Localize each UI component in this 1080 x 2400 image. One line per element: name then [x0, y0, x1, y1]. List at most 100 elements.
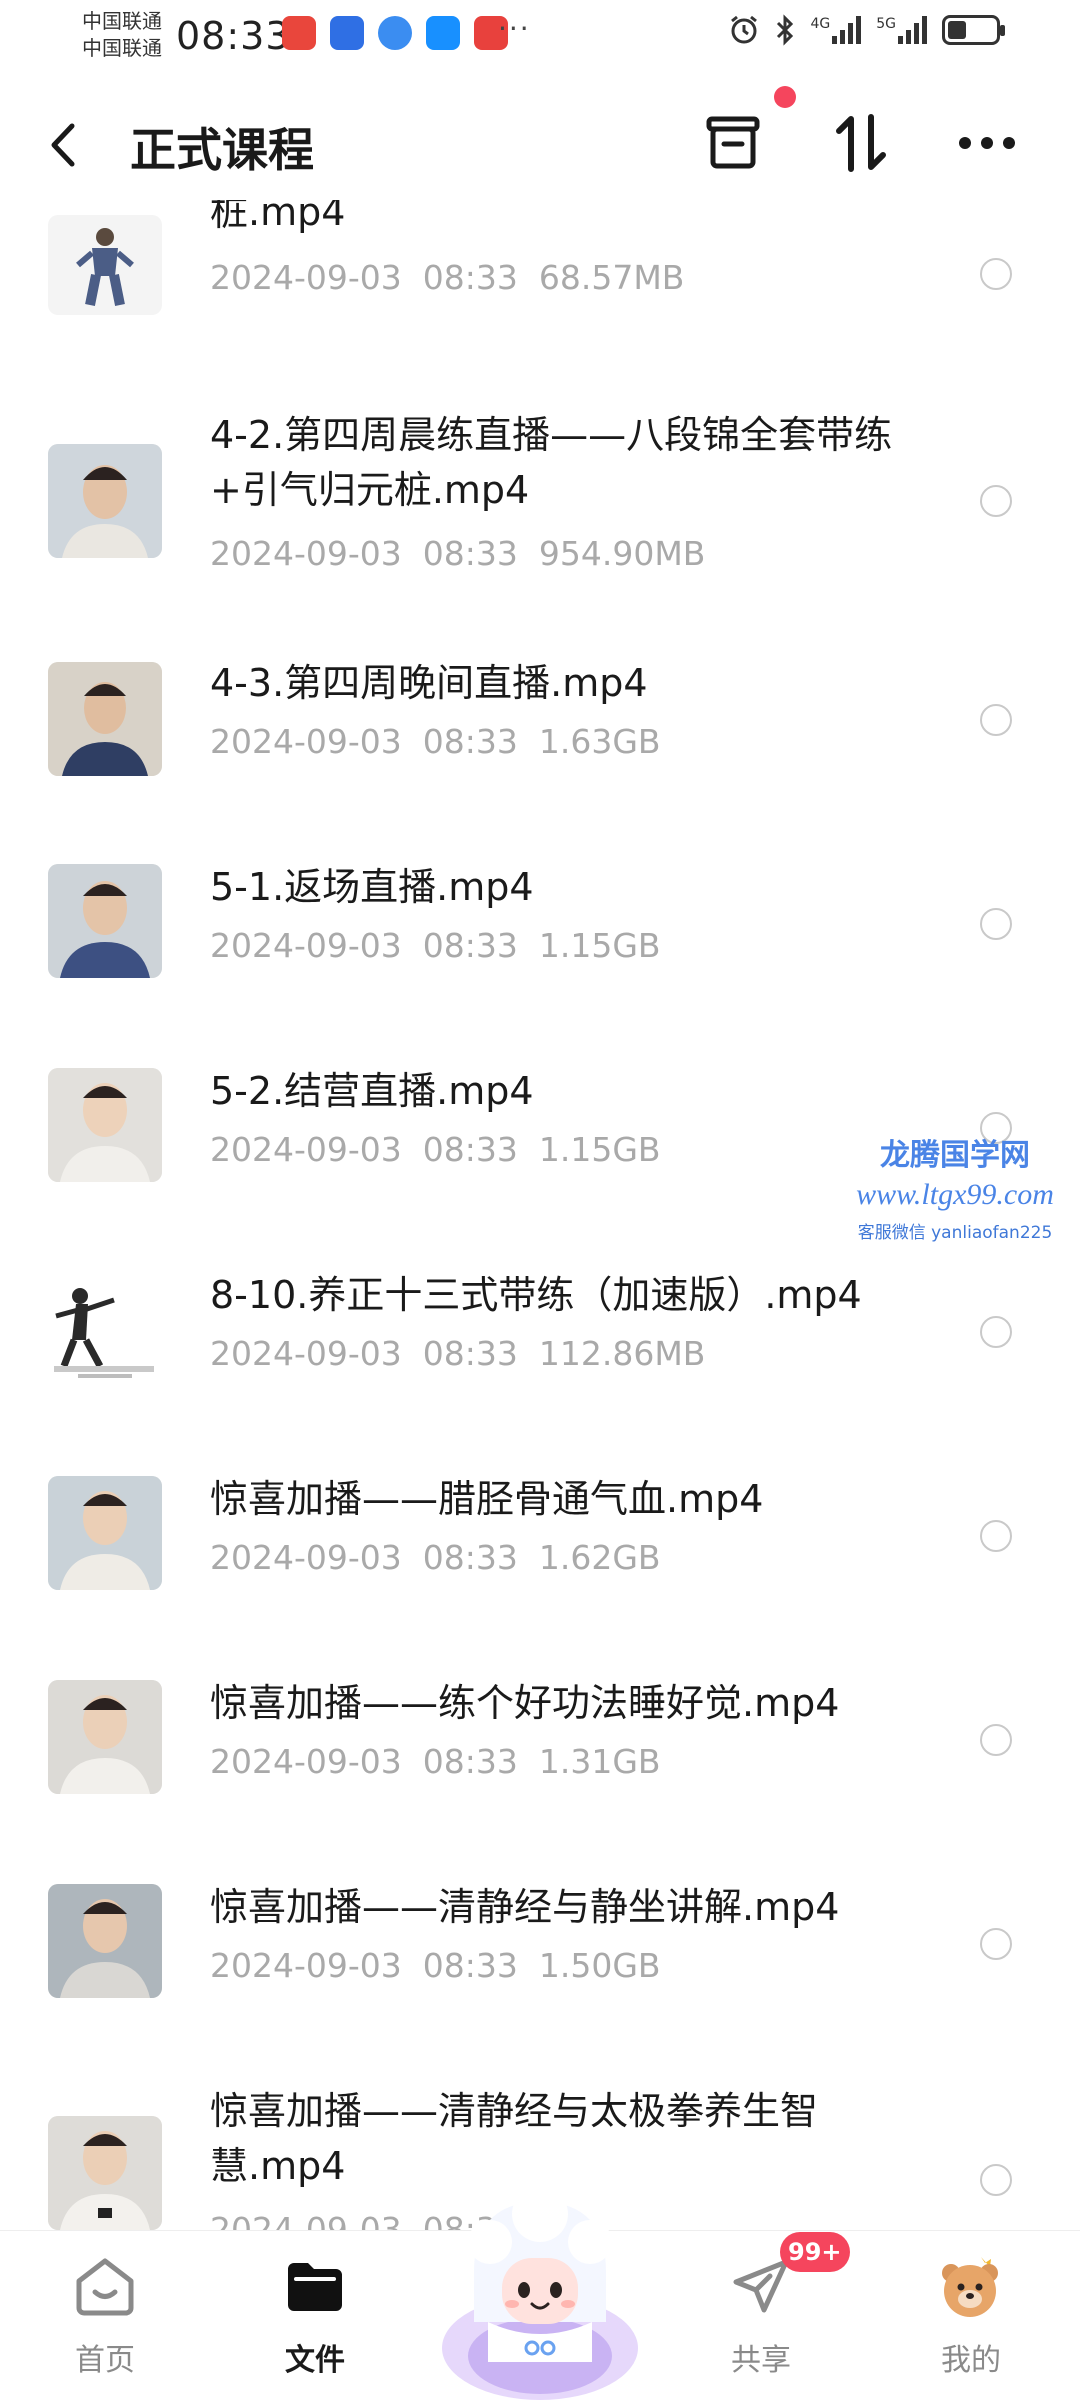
- notification-icons: [282, 16, 508, 50]
- file-time: 08:33: [422, 722, 518, 761]
- file-row[interactable]: 4-3.第四周晚间直播.mp4 2024-09-03 08:33 1.63GB: [0, 656, 1080, 816]
- select-radio[interactable]: [980, 1928, 1012, 1960]
- network-type-1: 4G: [810, 16, 831, 32]
- file-row[interactable]: 4-2.第四周晨练直播——八段锦全套带练+引气归元桩.mp4 2024-09-0…: [0, 408, 1080, 608]
- file-size: 954.90MB: [538, 534, 706, 573]
- status-right: 4G 5G: [728, 14, 1005, 46]
- nav-home[interactable]: 首页: [30, 2247, 180, 2379]
- sort-button[interactable]: [826, 108, 896, 178]
- back-button[interactable]: [44, 110, 104, 180]
- file-size: 1.62GB: [538, 1538, 661, 1577]
- app-notification-icon: [282, 16, 316, 50]
- select-radio[interactable]: [980, 2164, 1012, 2196]
- network-type-2: 5G: [876, 16, 896, 32]
- battery-icon: [942, 15, 1005, 45]
- video-thumbnail: [48, 1068, 162, 1182]
- nav-files[interactable]: 文件: [240, 2247, 390, 2379]
- file-row[interactable]: 惊喜加播——清静经与静坐讲解.mp4 2024-09-03 08:33 1.50…: [0, 1880, 1080, 2040]
- file-date: 2024-09-03: [210, 258, 402, 297]
- select-radio[interactable]: [980, 485, 1012, 517]
- watermark: 龙腾国学网 www.ltgx99.com 客服微信 yanliaofan225: [830, 1130, 1080, 1243]
- file-meta: 2024-09-03 08:33 68.57MB: [210, 258, 684, 297]
- more-options-button[interactable]: [952, 108, 1022, 178]
- nav-profile[interactable]: 我的: [896, 2247, 1046, 2379]
- transfer-list-button[interactable]: [698, 108, 768, 178]
- select-radio[interactable]: [980, 1520, 1012, 1552]
- file-name: 惊喜加播——腊胫骨通气血.mp4: [210, 1477, 764, 1521]
- file-date: 2024-09-03: [210, 1742, 402, 1781]
- file-time: 08:33: [422, 926, 518, 965]
- status-clock: 08:33: [176, 14, 291, 58]
- folder-icon: [240, 2247, 390, 2327]
- file-name: 4-2.第四周晨练直播——八段锦全套带练+引气归元桩.mp4: [210, 413, 893, 512]
- select-radio[interactable]: [980, 1316, 1012, 1348]
- file-time: 08:33: [422, 1130, 518, 1169]
- file-size: 68.57MB: [538, 258, 685, 297]
- nav-share-label: 共享: [731, 2343, 791, 2378]
- nav-home-label: 首页: [75, 2343, 135, 2378]
- video-thumbnail: [48, 864, 162, 978]
- file-name: 4-3.第四周晚间直播.mp4: [210, 661, 648, 705]
- file-date: 2024-09-03: [210, 1130, 402, 1169]
- file-meta: 2024-09-03 08:33 954.90MB: [210, 534, 705, 573]
- file-date: 2024-09-03: [210, 722, 402, 761]
- file-time: 08:33: [422, 1946, 518, 1985]
- bear-avatar-icon: [896, 2247, 1046, 2327]
- file-name: 8-10.养正十三式带练（加速版）.mp4: [210, 1273, 862, 1317]
- home-icon: [30, 2247, 180, 2327]
- select-radio[interactable]: [980, 704, 1012, 736]
- file-row[interactable]: 惊喜加播——腊胫骨通气血.mp4 2024-09-03 08:33 1.62GB: [0, 1472, 1080, 1632]
- file-size: 1.15GB: [538, 1130, 661, 1169]
- watermark-contact: 客服微信 yanliaofan225: [857, 1223, 1053, 1243]
- bluetooth-icon: [777, 14, 794, 46]
- file-date: 2024-09-03: [210, 2210, 402, 2230]
- file-meta: 2024-09-03 08:33 1.15GB: [210, 926, 661, 965]
- signal-2-icon: 5G: [876, 16, 928, 44]
- file-meta: 2024-09-03 08:33 112.86MB: [210, 1334, 705, 1373]
- file-name: 5-2.结营直播.mp4: [210, 1069, 534, 1113]
- select-radio[interactable]: [980, 258, 1012, 290]
- file-size: 112.86MB: [538, 1334, 706, 1373]
- ai-assistant-button[interactable]: [428, 2172, 652, 2400]
- video-thumbnail: [48, 1272, 162, 1386]
- select-radio[interactable]: [980, 1724, 1012, 1756]
- video-thumbnail: [48, 1884, 162, 1998]
- file-date: 2024-09-03: [210, 926, 402, 965]
- video-thumbnail: [48, 215, 162, 315]
- file-date: 2024-09-03: [210, 1538, 402, 1577]
- nav-files-label: 文件: [285, 2343, 345, 2378]
- nav-profile-label: 我的: [941, 2343, 1001, 2378]
- file-meta: 2024-09-03 08:33 1.62GB: [210, 1538, 661, 1577]
- carrier-label: 中国联通 中国联通: [82, 8, 162, 62]
- file-row[interactable]: 5-1.返场直播.mp4 2024-09-03 08:33 1.15GB: [0, 860, 1080, 1020]
- file-date: 2024-09-03: [210, 534, 402, 573]
- video-thumbnail: [48, 662, 162, 776]
- file-row[interactable]: 惊喜加播——练个好功法睡好觉.mp4 2024-09-03 08:33 1.31…: [0, 1676, 1080, 1836]
- file-time: 08:33: [422, 534, 518, 573]
- share-count-badge: 99+: [780, 2232, 850, 2272]
- app-notification-icon: [378, 16, 412, 50]
- select-radio[interactable]: [980, 908, 1012, 940]
- status-bar: 中国联通 中国联通 08:33 ··· 4G 5G: [0, 0, 1080, 80]
- file-date: 2024-09-03: [210, 1946, 402, 1985]
- file-time: 08:33: [422, 1334, 518, 1373]
- battery-level: [948, 21, 967, 39]
- file-date: 2024-09-03: [210, 1334, 402, 1373]
- mascot-icon: [442, 2186, 638, 2400]
- carrier-1: 中国联通: [82, 9, 162, 33]
- video-thumbnail: [48, 1680, 162, 1794]
- file-size: 1.31GB: [538, 1742, 661, 1781]
- app-notification-icon: [426, 16, 460, 50]
- chevron-left-icon: [51, 123, 75, 167]
- carrier-2: 中国联通: [82, 36, 162, 60]
- app-notification-icon: [330, 16, 364, 50]
- more-horizontal-icon: [959, 137, 1015, 149]
- sort-arrows-icon: [836, 114, 886, 172]
- file-meta: 2024-09-03 08:33 1.15GB: [210, 1130, 661, 1169]
- file-time: 08:33: [422, 1538, 518, 1577]
- file-row[interactable]: 桩.mp4 2024-09-03 08:33 68.57MB: [0, 200, 1080, 340]
- file-time: 08:33: [422, 258, 518, 297]
- video-thumbnail: [48, 1476, 162, 1590]
- file-row[interactable]: 8-10.养正十三式带练（加速版）.mp4 2024-09-03 08:33 1…: [0, 1268, 1080, 1428]
- file-size: 1.63GB: [538, 722, 661, 761]
